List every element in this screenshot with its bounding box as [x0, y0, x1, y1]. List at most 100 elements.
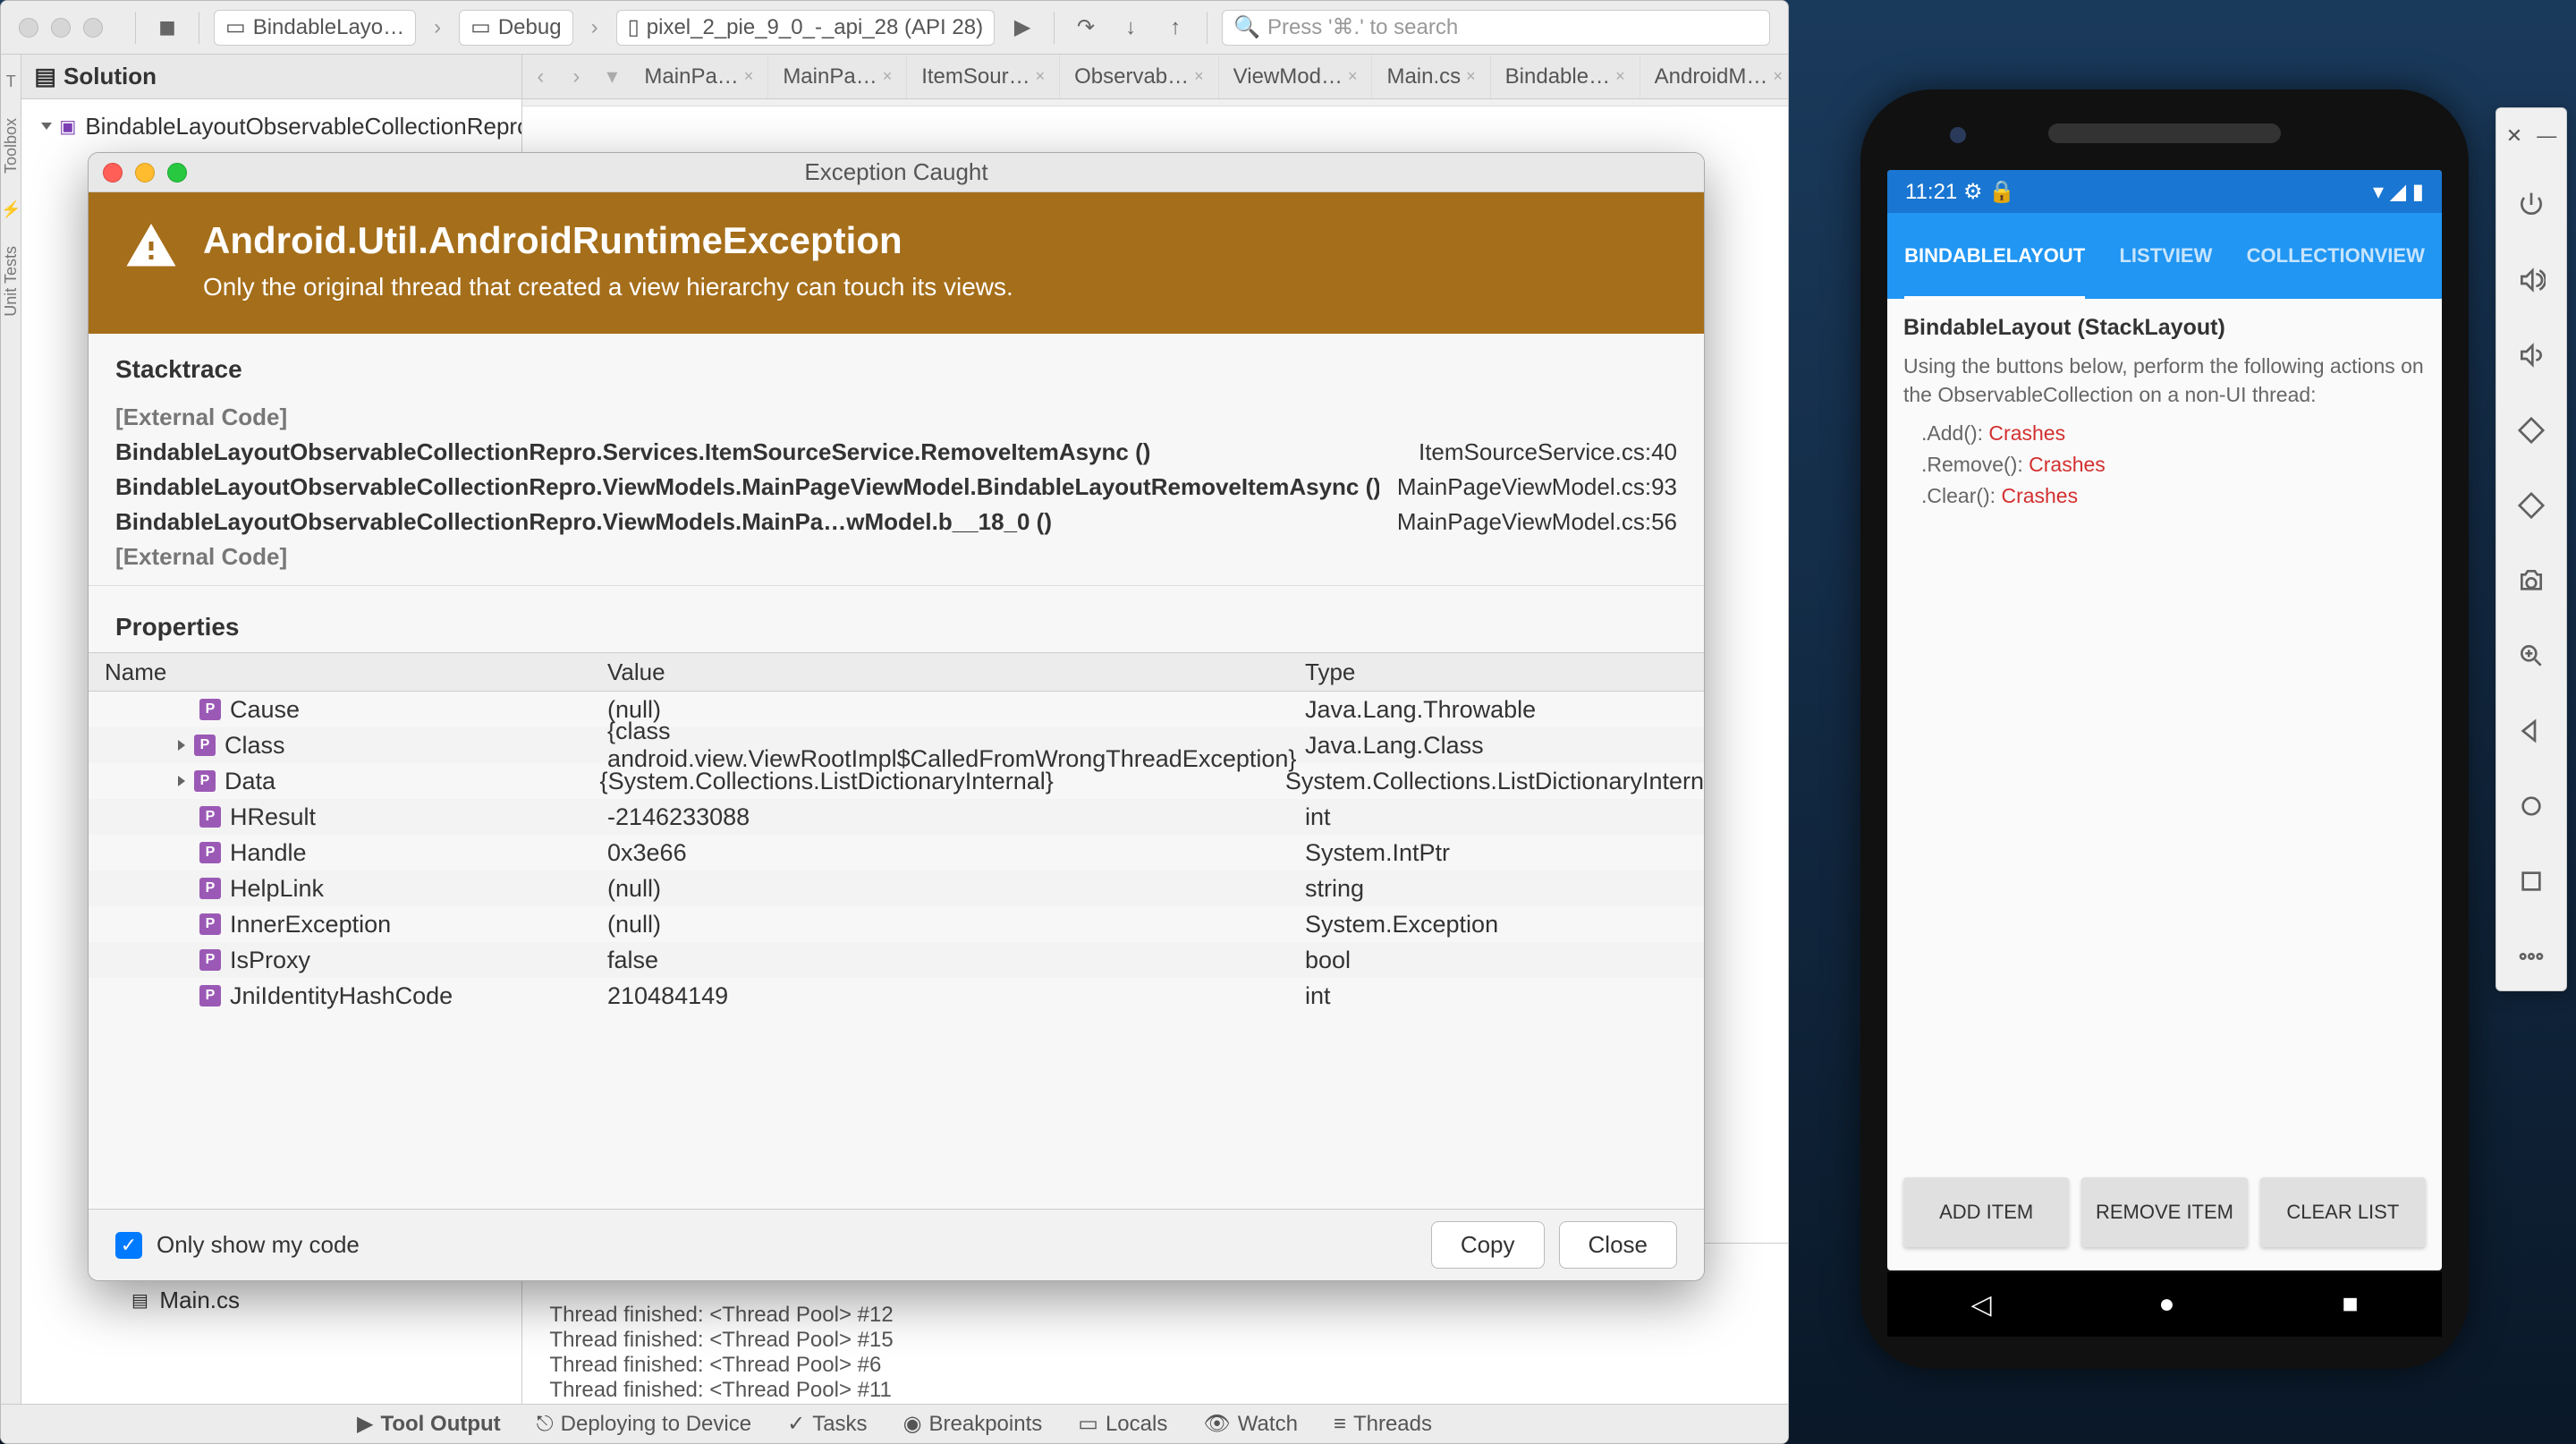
status-tasks[interactable]: ✓ Tasks — [787, 1411, 867, 1437]
nav-recents-icon[interactable]: ■ — [2342, 1289, 2358, 1320]
emu-home-icon[interactable] — [2513, 788, 2549, 824]
status-breakpoints[interactable]: ◉ Breakpoints — [903, 1411, 1043, 1437]
toolbox-tab[interactable]: Toolbox — [2, 118, 21, 174]
traffic-minimize[interactable] — [51, 18, 71, 38]
editor-tab[interactable]: Observab…× — [1060, 55, 1219, 98]
app-heading: BindableLayout (StackLayout) — [1903, 315, 2426, 341]
stack-frame[interactable]: [External Code] — [115, 539, 1677, 574]
tab-nav-back[interactable]: ‹ — [522, 64, 558, 89]
step-into-button[interactable]: ↓ — [1114, 11, 1148, 45]
nav-back-icon[interactable]: ◁ — [1970, 1289, 1991, 1321]
editor-tab[interactable]: ViewMod…× — [1219, 55, 1373, 98]
emu-volume-down-icon[interactable] — [2513, 337, 2549, 373]
solution-title: Solution — [64, 63, 157, 90]
only-my-code-checkbox[interactable]: ✓ — [115, 1232, 142, 1259]
emu-rotate-right-icon[interactable] — [2513, 488, 2549, 523]
copy-button[interactable]: Copy — [1431, 1221, 1545, 1269]
emu-power-icon[interactable] — [2513, 187, 2549, 223]
solution-root[interactable]: ▣ BindableLayoutObservableCollectionRepr… — [21, 106, 521, 146]
stop-debug-button[interactable]: ◼ — [150, 11, 184, 45]
exception-name: Android.Util.AndroidRuntimeException — [203, 219, 1013, 262]
app-button-row: ADD ITEM REMOVE ITEM CLEAR LIST — [1903, 1168, 2426, 1254]
solution-icon: ▤ — [34, 63, 56, 90]
emu-screenshot-icon[interactable] — [2513, 563, 2549, 599]
property-row[interactable]: P IsProxyfalsebool — [89, 942, 1704, 978]
clear-list-button[interactable]: CLEAR LIST — [2260, 1177, 2426, 1247]
phone-screen[interactable]: 11:21 ⚙ 🔒 ▾ ◢ ▮ BINDABLELAYOUT LISTVIEW … — [1887, 170, 2442, 1270]
editor-tab[interactable]: MainPa…× — [630, 55, 768, 98]
search-box[interactable]: 🔍 Press '⌘.' to search — [1222, 10, 1770, 46]
step-out-button[interactable]: ↑ — [1158, 11, 1192, 45]
app-tab-listview[interactable]: LISTVIEW — [2119, 244, 2212, 268]
solution-header: ▤ Solution — [21, 55, 521, 99]
editor-tab[interactable]: Main.cs× — [1372, 55, 1490, 98]
tree-item[interactable]: ▤Main.cs — [21, 1280, 521, 1320]
unit-tests-tab[interactable]: Unit Tests — [2, 246, 21, 317]
toolbox-tab-icon[interactable]: T — [6, 72, 16, 91]
app-description: Using the buttons below, perform the fol… — [1903, 352, 2426, 409]
property-row[interactable]: P InnerException(null)System.Exception — [89, 906, 1704, 942]
remove-item-button[interactable]: REMOVE ITEM — [2081, 1177, 2247, 1247]
emu-back-icon[interactable] — [2513, 713, 2549, 749]
col-header-type[interactable]: Type — [1305, 658, 1704, 686]
status-locals[interactable]: ▭ Locals — [1078, 1411, 1167, 1437]
stack-frame[interactable]: BindableLayoutObservableCollectionRepro.… — [115, 470, 1677, 505]
property-row[interactable]: P HelpLink(null)string — [89, 871, 1704, 906]
stack-frame[interactable]: [External Code] — [115, 400, 1677, 435]
editor-tab[interactable]: MainPa…× — [768, 55, 907, 98]
stacktrace-list[interactable]: [External Code]BindableLayoutObservableC… — [115, 400, 1677, 574]
nav-home-icon[interactable]: ● — [2158, 1289, 2174, 1320]
emu-volume-up-icon[interactable] — [2513, 262, 2549, 298]
status-icons: ▾ ◢ ▮ — [2373, 179, 2424, 205]
close-button[interactable]: Close — [1559, 1221, 1677, 1269]
status-deploying[interactable]: ⎋ Deploying to Device — [537, 1412, 751, 1437]
emu-rotate-left-icon[interactable] — [2513, 412, 2549, 448]
emu-more-icon[interactable] — [2513, 939, 2549, 974]
app-content: BindableLayout (StackLayout) Using the b… — [1887, 299, 2442, 1270]
run-button[interactable]: ▶ — [1005, 11, 1039, 45]
exception-banner: Android.Util.AndroidRuntimeException Onl… — [89, 192, 1704, 334]
traffic-zoom[interactable] — [83, 18, 103, 38]
dialog-titlebar[interactable]: Exception Caught — [89, 153, 1704, 192]
emu-zoom-icon[interactable] — [2513, 638, 2549, 674]
stack-frame[interactable]: BindableLayoutObservableCollectionRepro.… — [115, 505, 1677, 539]
unit-tests-tab-icon[interactable]: ⚡ — [1, 200, 21, 219]
property-row[interactable]: P JniIdentityHashCode210484149int — [89, 978, 1704, 1014]
properties-section: Properties Name Value Type P Cause(null)… — [89, 585, 1704, 1209]
traffic-close[interactable] — [19, 18, 38, 38]
breadcrumb-config[interactable]: ▭ Debug — [459, 10, 572, 46]
property-row[interactable]: P Class{class android.view.ViewRootImpl$… — [89, 727, 1704, 763]
property-row[interactable]: P HResult-2146233088int — [89, 799, 1704, 835]
editor-tab[interactable]: AndroidM…× — [1640, 55, 1789, 98]
step-over-button[interactable]: ↷ — [1069, 11, 1103, 45]
editor-tab[interactable]: Bindable…× — [1491, 55, 1640, 98]
emu-minimize-icon[interactable]: — — [2537, 124, 2556, 148]
breadcrumb-project[interactable]: ▭ BindableLayo… — [214, 10, 416, 46]
dialog-zoom-icon[interactable] — [167, 163, 187, 183]
status-threads[interactable]: ≡ Threads — [1334, 1412, 1432, 1437]
breadcrumb-device[interactable]: ▯ pixel_2_pie_9_0_-_api_28 (API 28) — [616, 10, 996, 46]
app-tab-collectionview[interactable]: COLLECTIONVIEW — [2247, 244, 2425, 268]
add-item-button[interactable]: ADD ITEM — [1903, 1177, 2069, 1247]
status-watch[interactable]: 👁 Watch — [1203, 1411, 1298, 1437]
dialog-minimize-icon[interactable] — [135, 163, 155, 183]
crash-item: .Add(): Crashes — [1903, 421, 2426, 446]
dialog-close-icon[interactable] — [103, 163, 123, 183]
emu-close-icon[interactable]: ✕ — [2506, 124, 2522, 148]
emu-overview-icon[interactable] — [2513, 863, 2549, 899]
property-row[interactable]: P Data{System.Collections.ListDictionary… — [89, 763, 1704, 799]
dialog-footer: ✓ Only show my code Copy Close — [89, 1209, 1704, 1280]
col-header-name[interactable]: Name — [89, 658, 607, 686]
tab-nav-fwd[interactable]: › — [558, 64, 594, 89]
editor-tab[interactable]: ItemSour…× — [907, 55, 1060, 98]
status-tool-output[interactable]: ▶ Tool Output — [357, 1411, 501, 1437]
tab-overflow[interactable]: ▾ — [594, 64, 630, 89]
col-header-value[interactable]: Value — [607, 658, 1305, 686]
property-row[interactable]: P Handle0x3e66System.IntPtr — [89, 835, 1704, 871]
app-tab-bindablelayout[interactable]: BINDABLELAYOUT — [1904, 212, 2085, 300]
emulator-controls: ✕ — — [2496, 107, 2567, 991]
properties-table[interactable]: P Cause(null)Java.Lang.ThrowableP Class{… — [89, 692, 1704, 1209]
android-status-bar: 11:21 ⚙ 🔒 ▾ ◢ ▮ — [1887, 170, 2442, 213]
exception-message: Only the original thread that created a … — [203, 273, 1013, 302]
stack-frame[interactable]: BindableLayoutObservableCollectionRepro.… — [115, 435, 1677, 470]
